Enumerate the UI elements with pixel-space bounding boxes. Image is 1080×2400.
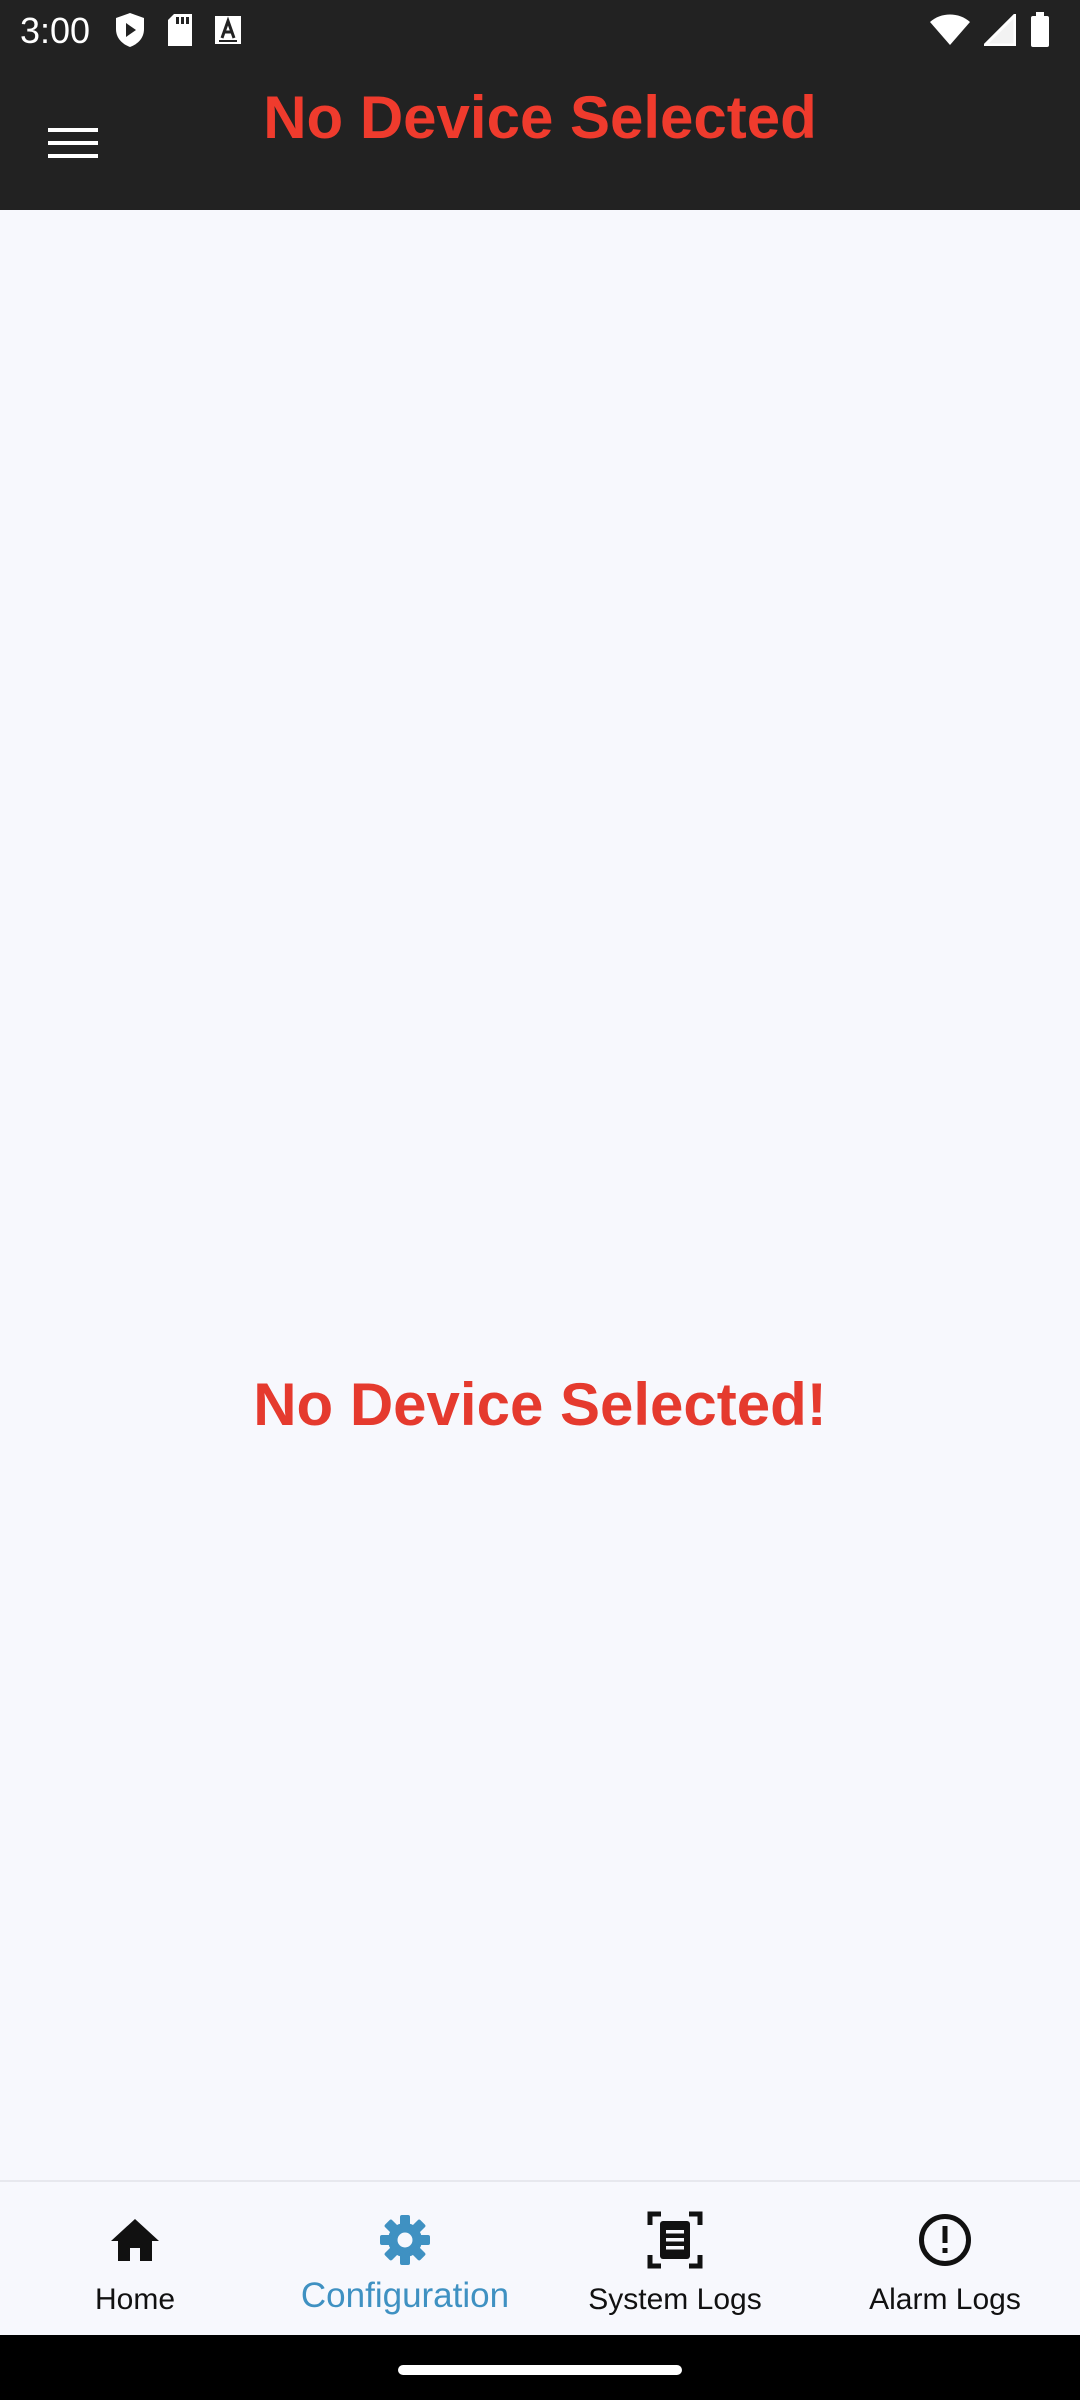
status-time: 3:00 [20,10,91,51]
app-bar: No Device Selected [0,62,1080,210]
status-bar: 3:00 [0,0,1080,62]
wifi-icon [930,14,970,51]
main-content: No Device Selected! [0,210,1080,2180]
gear-icon [375,2210,435,2270]
nav-label-alarm-logs: Alarm Logs [869,2283,1021,2316]
signal-icon [981,10,1017,51]
sd-card-icon [166,13,194,52]
status-left-icons [114,12,242,52]
bottom-navigation: Home Configuration System Logs Alarm Log… [0,2180,1080,2335]
empty-state-message: No Device Selected! [253,1371,827,1438]
nav-item-configuration[interactable]: Configuration [270,2182,540,2335]
battery-icon [1030,11,1050,53]
shield-play-icon [114,12,146,53]
status-right-icons [930,10,1050,53]
nav-item-alarm-logs[interactable]: Alarm Logs [810,2182,1080,2335]
gesture-navigation-bar [0,2335,1080,2400]
nav-label-configuration: Configuration [300,2276,510,2315]
alert-circle-icon [915,2210,975,2270]
gesture-handle[interactable] [398,2365,682,2375]
home-icon [105,2210,165,2270]
nav-label-system-logs: System Logs [588,2283,762,2316]
nav-label-home: Home [94,2283,176,2316]
nav-item-system-logs[interactable]: System Logs [540,2182,810,2335]
document-scan-icon [645,2210,705,2270]
nav-item-home[interactable]: Home [0,2182,270,2335]
page-title: No Device Selected [263,84,817,151]
keyboard-a-icon [214,15,242,50]
